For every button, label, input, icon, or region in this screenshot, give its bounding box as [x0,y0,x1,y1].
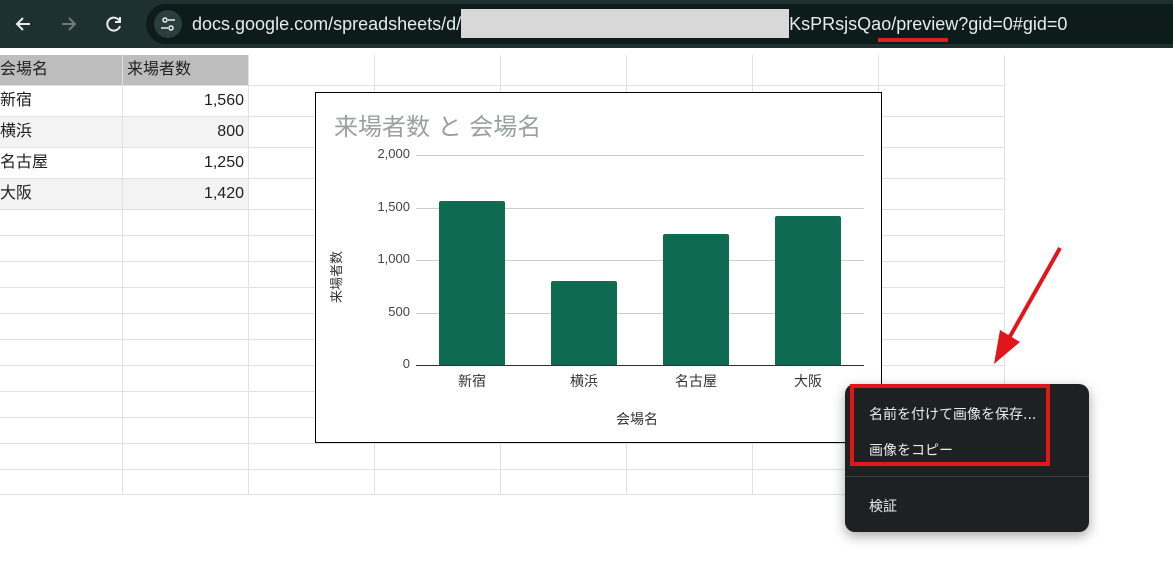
bar[interactable] [775,215,841,365]
y-axis-label: 来場者数 [330,250,345,303]
grid-line [0,85,1005,86]
count-cell[interactable]: 1,560 [123,86,248,116]
gridline [416,155,864,156]
bar[interactable] [439,201,505,365]
tune-icon [161,17,175,31]
y-tick-label: 0 [402,356,410,371]
annotation-arrow-icon [994,247,1062,364]
y-tick-label: 500 [388,303,410,319]
header-cell-count[interactable]: 来場者数 [123,55,248,85]
menu-divider [845,476,1089,477]
address-bar[interactable]: docs.google.com/spreadsheets/d/KsPRsjsQa… [146,4,1173,44]
bar[interactable] [551,281,617,365]
back-arrow-icon [15,17,30,31]
y-tick-label: 1,500 [377,198,410,214]
venue-cell[interactable]: 大阪 [0,179,122,209]
x-tick-label: 大阪 [794,374,822,390]
x-axis-line [416,365,864,366]
grid-line [122,55,123,495]
url-tail: ?gid=0#gid=0 [958,14,1068,34]
venue-cell[interactable]: 名古屋 [0,148,122,178]
bar[interactable] [663,233,729,365]
count-cell[interactable]: 1,420 [123,179,248,209]
count-cell[interactable]: 800 [123,117,248,147]
embedded-chart[interactable]: 来場者数 と 会場名 来場者数 会場名 0 500 1,000 1,500 2,000 新… [315,92,882,443]
forward-button[interactable] [52,8,84,40]
reload-icon [106,16,121,32]
site-info-button[interactable] [154,10,182,38]
header-cell-venue[interactable]: 会場名 [0,55,122,85]
back-button[interactable] [8,8,40,40]
chart-title: 来場者数 と 会場名 [334,113,542,141]
url-preview-segment: preview [896,14,959,34]
browser-toolbar: docs.google.com/spreadsheets/d/KsPRsjsQa… [0,0,1173,48]
x-tick-label: 新宿 [458,374,486,390]
url-suffix: KsPRsjsQao/ [789,14,897,34]
y-tick-label: 1,000 [377,251,410,266]
reload-button[interactable] [98,8,130,40]
x-tick-label: 横浜 [570,374,598,390]
forward-arrow-icon [62,17,77,31]
y-tick-label: 2,000 [377,146,410,161]
x-axis-label: 会場名 [616,412,658,428]
annotation-highlight-box [850,384,1050,466]
x-tick-label: 名古屋 [675,374,717,390]
preview-annotation-underline [878,38,948,42]
grid-line [248,55,249,495]
url-prefix: docs.google.com/spreadsheets/d/ [192,14,462,34]
venue-cell[interactable]: 横浜 [0,117,122,147]
venue-cell[interactable]: 新宿 [0,86,122,116]
menu-item-inspect[interactable]: 検証 [869,496,897,516]
redacted-id [461,8,790,38]
count-cell[interactable]: 1,250 [123,148,248,178]
